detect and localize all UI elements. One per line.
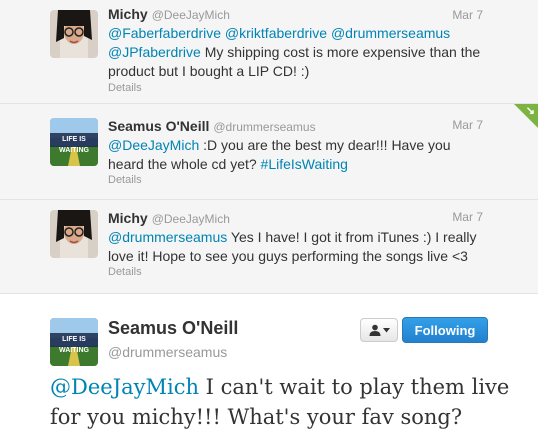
- avatar-label: LIFE IS WAITING: [59, 336, 89, 354]
- mention-link[interactable]: @DeeJayMich: [50, 375, 199, 399]
- author-name[interactable]: Seamus O'Neill @drummerseamus: [108, 118, 316, 134]
- display-name[interactable]: Michy: [108, 6, 148, 22]
- conversation-tweet[interactable]: Michy @DeeJayMich Mar 7 @Faberfaberdrive …: [0, 0, 538, 104]
- screen-name[interactable]: @drummerseamus: [213, 120, 315, 134]
- tweet-text: @drummerseamus Yes I have! I got it from…: [108, 228, 488, 266]
- details-link[interactable]: Details: [108, 266, 142, 278]
- author-name[interactable]: Michy @DeeJayMich: [108, 210, 230, 226]
- screen-name[interactable]: @DeeJayMich: [152, 212, 230, 226]
- avatar[interactable]: [50, 10, 98, 58]
- timestamp[interactable]: Mar 7: [452, 8, 483, 22]
- following-button[interactable]: Following: [402, 317, 488, 343]
- details-link[interactable]: Details: [108, 174, 142, 186]
- tweet-text: @DeeJayMich :D you are the best my dear!…: [108, 136, 488, 174]
- avatar[interactable]: [50, 210, 98, 258]
- screen-name[interactable]: @DeeJayMich: [152, 8, 230, 22]
- mention-link[interactable]: @DeeJayMich: [108, 137, 199, 153]
- author-name[interactable]: Michy @DeeJayMich: [108, 6, 230, 22]
- tweet-text: @DeeJayMich I can't wait to play them li…: [50, 372, 510, 432]
- avatar-label: LIFE IS WAITING: [59, 136, 89, 154]
- avatar[interactable]: LIFE IS WAITING: [50, 118, 98, 166]
- display-name[interactable]: Seamus O'Neill: [108, 118, 209, 134]
- arrow-down-icon: ↘: [525, 105, 535, 117]
- timestamp[interactable]: Mar 7: [452, 118, 483, 132]
- display-name[interactable]: Michy: [108, 210, 148, 226]
- permalink-tweet: LIFE IS WAITING Seamus O'Neill @drummers…: [0, 294, 538, 441]
- caret-down-icon: [382, 327, 390, 332]
- person-icon: [369, 324, 380, 336]
- hashtag-link[interactable]: #LifeIsWaiting: [261, 156, 348, 172]
- screen-name[interactable]: @drummerseamus: [108, 344, 227, 360]
- conversation-tweet[interactable]: LIFE IS WAITING Seamus O'Neill @drummerse…: [0, 104, 538, 200]
- tweet-text: @Faberfaberdrive @kriktfaberdrive @drumm…: [108, 24, 488, 81]
- avatar[interactable]: LIFE IS WAITING: [50, 318, 98, 366]
- details-link[interactable]: Details: [108, 82, 142, 94]
- timestamp[interactable]: Mar 7: [452, 210, 483, 224]
- mention-link[interactable]: @drummerseamus: [108, 229, 227, 245]
- display-name[interactable]: Seamus O'Neill: [108, 318, 238, 339]
- user-actions-dropdown[interactable]: [360, 318, 398, 342]
- conversation-tweet[interactable]: Michy @DeeJayMich Mar 7 @drummerseamus Ye…: [0, 200, 538, 294]
